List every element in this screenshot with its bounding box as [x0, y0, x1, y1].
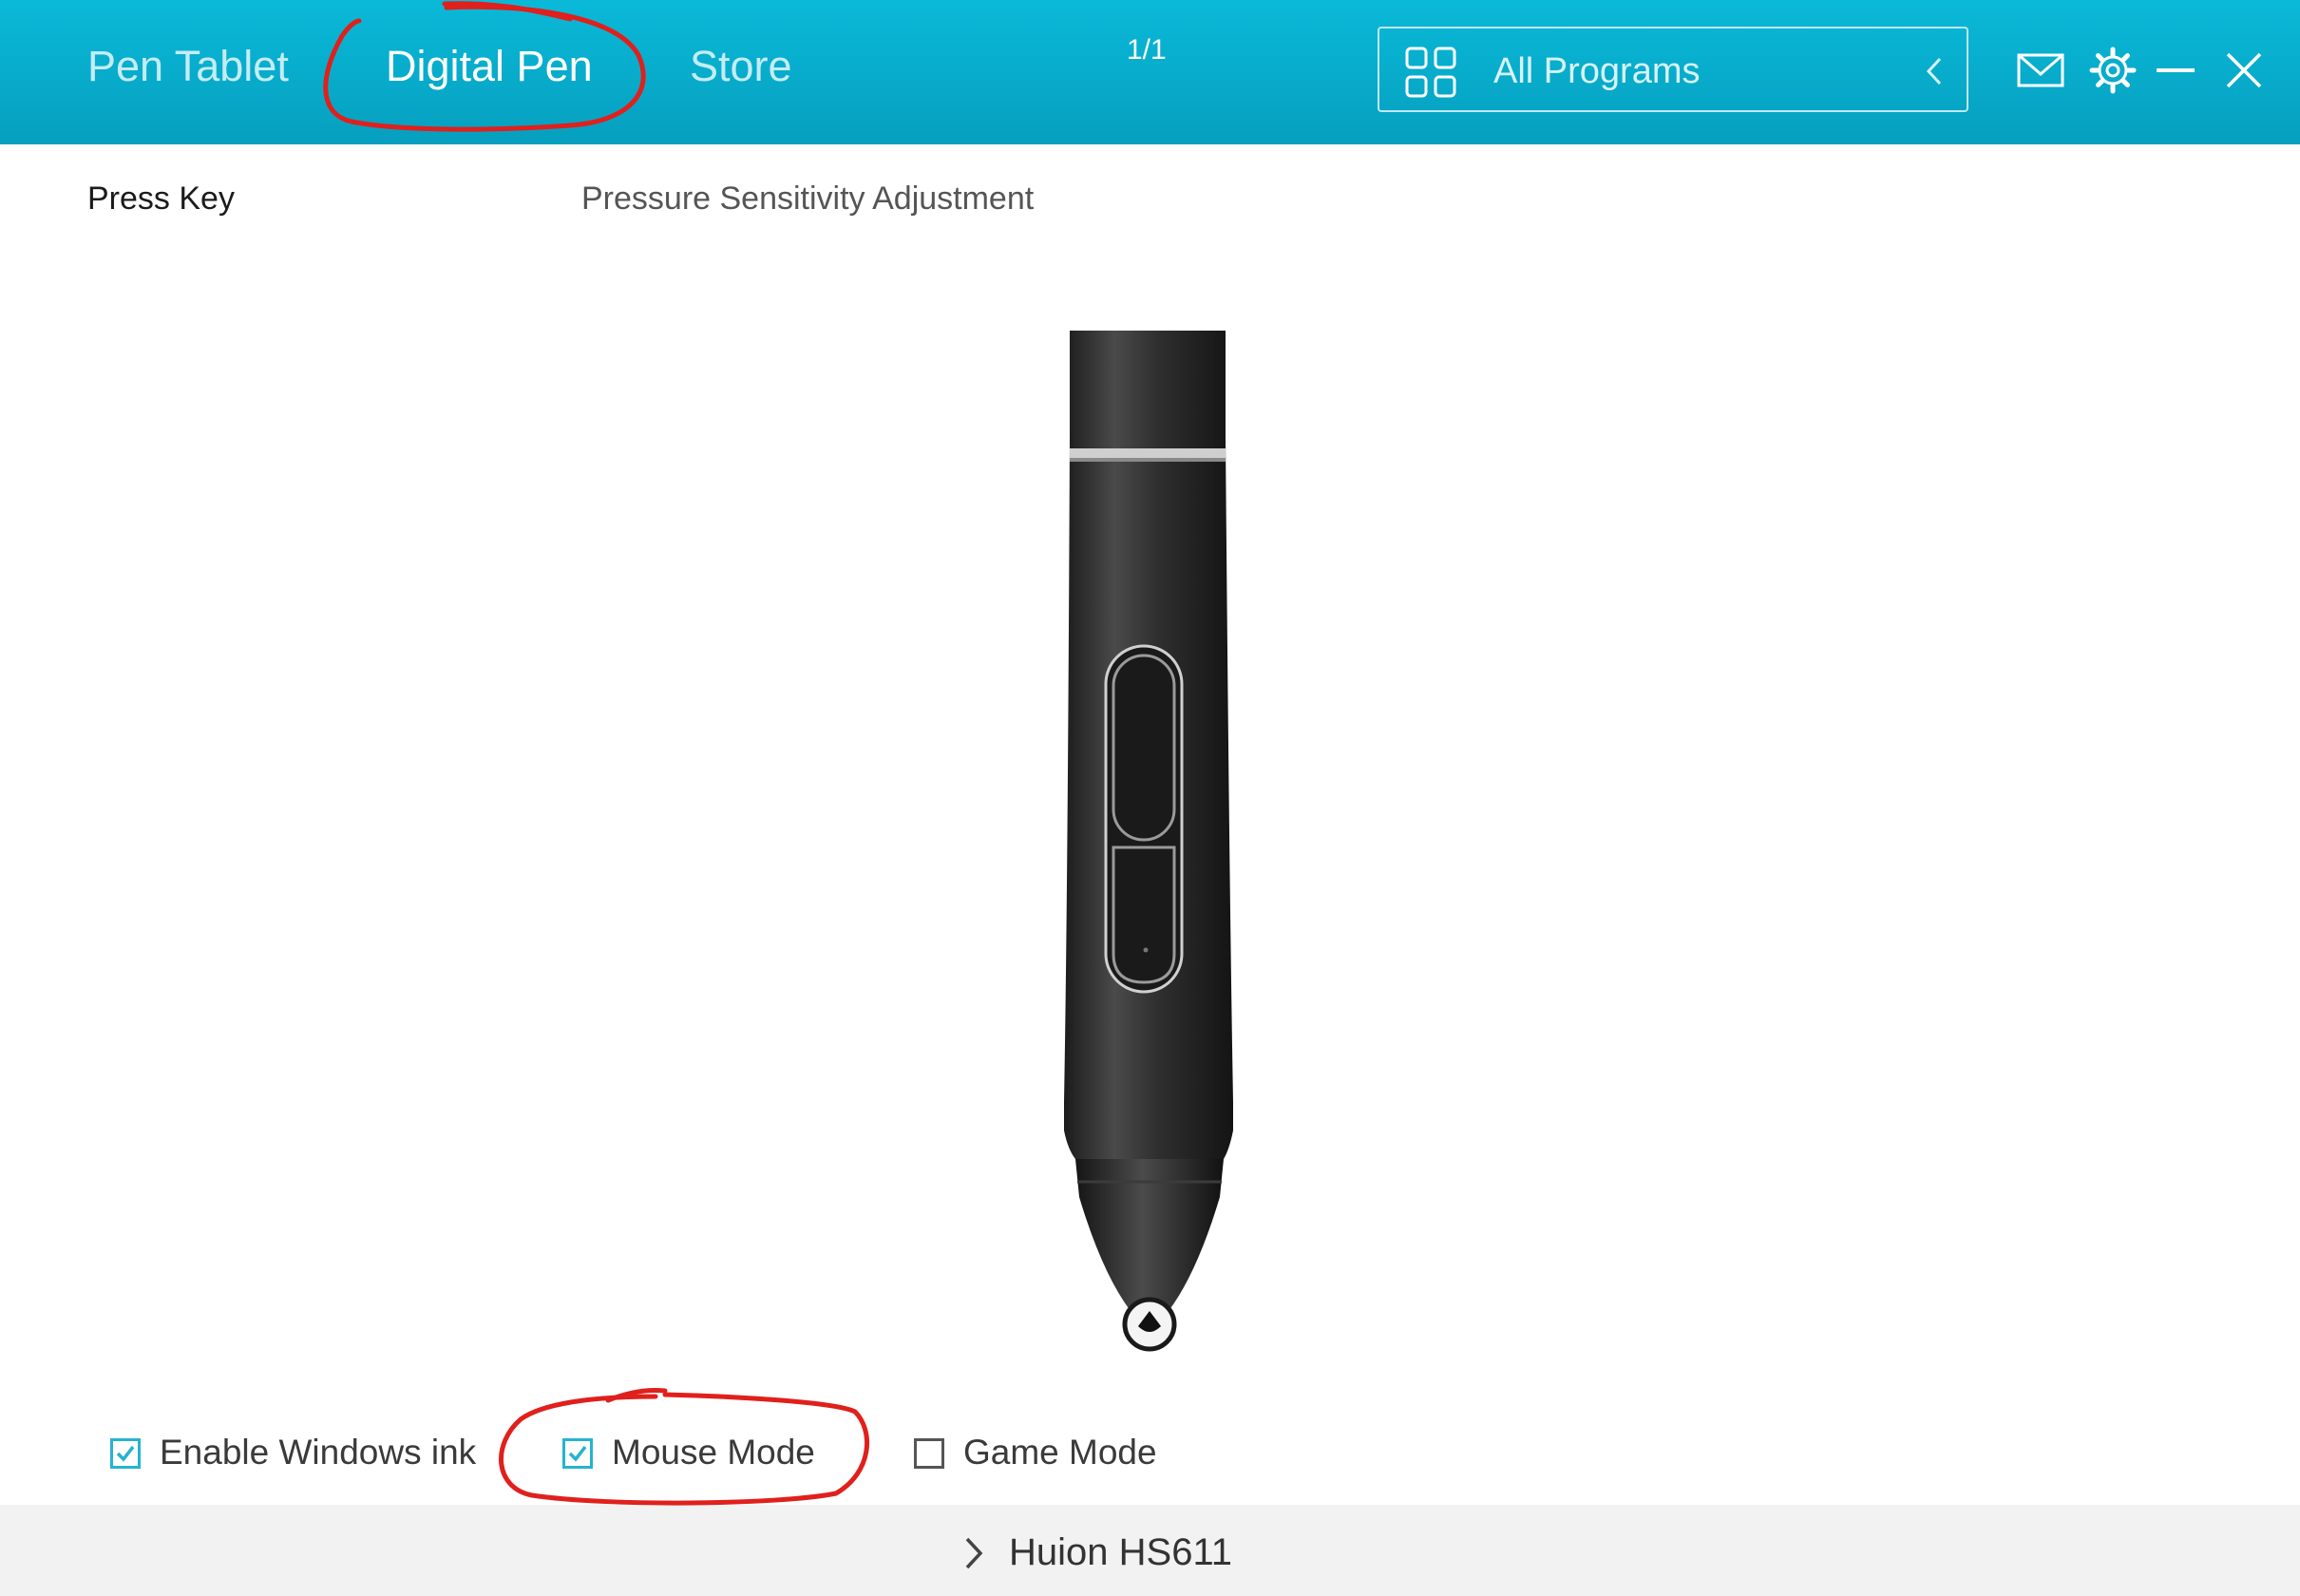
tab-digital-pen[interactable]: Digital Pen — [386, 42, 593, 91]
tab-pen-tablet[interactable]: Pen Tablet — [87, 42, 289, 91]
checkbox-checked-icon — [110, 1438, 141, 1469]
checkbox-checked-icon — [562, 1438, 593, 1469]
game-mode-checkbox[interactable]: Game Mode — [914, 1433, 1180, 1476]
page-indicator: 1/1 — [1127, 34, 1167, 66]
tab-press-key[interactable]: Press Key — [87, 180, 235, 218]
minimize-icon[interactable] — [2147, 42, 2204, 99]
title-bar: Pen Tablet Digital Pen Store 1/1 All Pro… — [0, 0, 2300, 144]
mouse-mode-label: Mouse Mode — [612, 1433, 815, 1472]
game-mode-label: Game Mode — [963, 1433, 1157, 1472]
mouse-mode-checkbox[interactable]: Mouse Mode — [562, 1433, 838, 1476]
tab-pressure-sensitivity[interactable]: Pressure Sensitivity Adjustment — [581, 180, 1034, 218]
enable-windows-ink-checkbox[interactable]: Enable Windows ink — [110, 1433, 490, 1476]
checkbox-unchecked-icon — [914, 1438, 944, 1469]
device-name: Huion HS611 — [1009, 1531, 1232, 1573]
digital-pen-illustration — [1064, 331, 1233, 1352]
grid-icon — [1405, 47, 1456, 98]
chevron-left-icon — [1926, 57, 1942, 86]
tab-store[interactable]: Store — [690, 42, 792, 91]
gear-icon[interactable] — [2084, 42, 2141, 99]
close-icon[interactable] — [2215, 42, 2272, 99]
program-selector-label: All Programs — [1493, 51, 1701, 91]
program-selector[interactable]: All Programs — [1378, 27, 1968, 112]
enable-windows-ink-label: Enable Windows ink — [160, 1433, 477, 1472]
mail-icon[interactable] — [2012, 42, 2069, 99]
chevron-right-icon — [965, 1537, 983, 1569]
